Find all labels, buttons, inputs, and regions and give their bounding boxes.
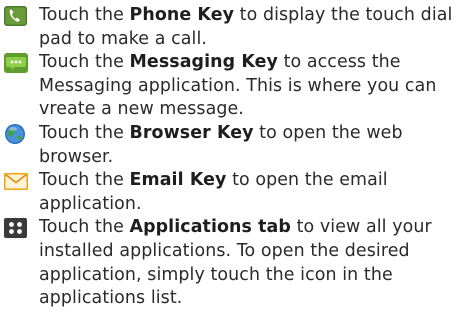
item-text-prefix: Touch the [39,122,130,143]
item-text-prefix: Touch the [39,52,130,73]
key-descriptions-list: Touch the Phone Key to display the touch… [3,4,469,311]
list-item-applications-tab: Touch the Applications tab to view all y… [3,216,469,310]
phone-key-label: Phone Key [129,5,235,25]
list-item-browser-key: Touch the Browser Key to open the web br… [3,122,469,169]
email-key-label: Email Key [129,170,227,191]
browser-key-label: Browser Key [129,122,254,143]
browser-icon [3,123,33,145]
phone-icon [3,5,33,27]
list-item-phone-key: Touch the Phone Key to display the touch… [3,4,469,51]
item-text-prefix: Touch the [39,217,130,238]
applications-icon [3,217,33,239]
item-text-prefix: Touch the [39,5,130,25]
messaging-key-label: Messaging Key [129,52,278,73]
email-icon [3,170,33,192]
list-item-email-key: Touch the Email Key to open the email ap… [3,169,469,216]
applications-tab-label: Applications tab [129,217,291,238]
messaging-icon [3,52,33,74]
item-text-prefix: Touch the [39,170,130,191]
list-item-messaging-key: Touch the Messaging Key to access the Me… [3,51,469,122]
